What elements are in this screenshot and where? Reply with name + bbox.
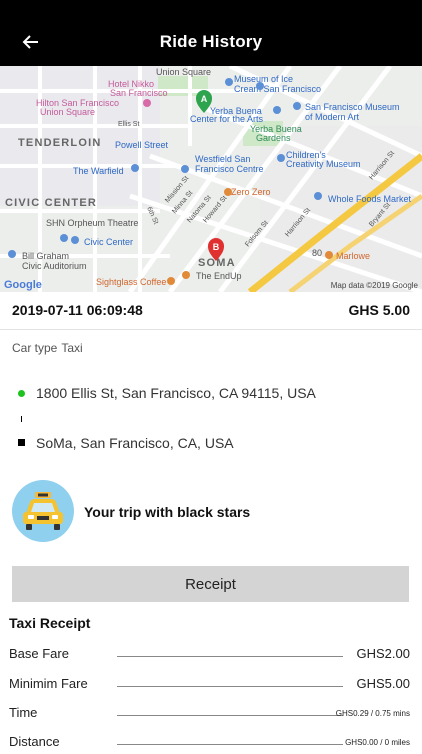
car-type-value: Taxi (61, 341, 83, 355)
fare-divider (117, 686, 343, 687)
map-label: The Warfield (73, 166, 124, 176)
map-label: Creativity Museum (286, 159, 361, 169)
dropoff-address: SoMa, San Francisco, CA, USA (36, 435, 234, 451)
fare-value: GHS5.00 (356, 676, 410, 691)
fare-value: GHS2.00 (356, 646, 410, 661)
svg-text:B: B (213, 242, 220, 252)
map-label: Civic Center (84, 237, 133, 247)
fare-row-distance: Distance GHS0.00 / 0 miles (9, 734, 410, 754)
divider (0, 329, 422, 330)
car-type-label: Car type (12, 341, 58, 355)
map-label: The EndUp (196, 271, 242, 281)
street-label: Ellis St (118, 121, 139, 128)
fare-value: GHS0.29 / 0.75 mins (335, 709, 410, 718)
map-label: Civic Auditorium (22, 261, 87, 271)
map-label: SHN Orpheum Theatre (46, 218, 138, 228)
app-header: Ride History (0, 0, 422, 66)
fare-divider (117, 715, 343, 716)
freeway-label: 80 (312, 248, 322, 258)
map-label: Westfield San (195, 154, 250, 164)
driver-message: Your trip with black stars (84, 504, 251, 520)
map-label: Whole Foods Market (328, 194, 412, 204)
map-attribution[interactable]: Map data ©2019 Google (331, 281, 418, 290)
map-label: Marlowe (336, 251, 370, 261)
google-logo[interactable]: Google (4, 279, 42, 291)
map-label: Cream San Francisco (234, 84, 321, 94)
pickup-address: 1800 Ellis St, San Francisco, CA 94115, … (36, 385, 316, 401)
map-label: Powell Street (115, 140, 169, 150)
fare-label: Time (9, 705, 38, 720)
car-type: Car type Taxi (12, 341, 87, 355)
map-label: Bill Graham (22, 251, 69, 261)
map-canvas: Union Square Hotel Nikko San Francisco H… (0, 66, 422, 292)
fare-divider (117, 656, 343, 657)
map-label: Gardens (256, 133, 291, 143)
map-label: San Francisco (110, 88, 168, 98)
fare-label: Minimim Fare (9, 676, 88, 691)
pickup-dot-icon (18, 390, 25, 397)
map-label: Museum of Ice (234, 74, 293, 84)
map-label: Center for the Arts (190, 114, 264, 124)
page-title: Ride History (159, 32, 263, 51)
map-label: San Francisco Museum (305, 102, 400, 112)
map-label: TENDERLOIN (18, 137, 102, 149)
fare-row-base: Base Fare GHS2.00 (9, 646, 410, 666)
fare-value: GHS0.00 / 0 miles (345, 738, 410, 747)
map-label: Francisco Centre (195, 164, 264, 174)
trip-price: GHS 5.00 (348, 302, 410, 318)
dropoff-square-icon (18, 439, 25, 446)
receipt-button[interactable]: Receipt (12, 566, 409, 602)
map-label: Union Square (40, 107, 95, 117)
map-label: of Modern Art (305, 112, 360, 122)
fare-divider (117, 744, 343, 745)
taxi-avatar-icon (12, 480, 74, 542)
route-connector (21, 416, 22, 422)
map-label: Zero Zero (231, 187, 271, 197)
svg-text:A: A (201, 94, 208, 104)
trip-datetime: 2019-07-11 06:09:48 (12, 302, 143, 318)
fare-label: Distance (9, 734, 60, 749)
map-label: Sightglass Coffee (96, 277, 166, 287)
map-label: CIVIC CENTER (5, 197, 97, 209)
fare-label: Base Fare (9, 646, 69, 661)
receipt-title: Taxi Receipt (9, 615, 91, 631)
trip-summary: 2019-07-11 06:09:48 GHS 5.00 (12, 302, 410, 322)
fare-row-minimum: Minimim Fare GHS5.00 (9, 676, 410, 696)
fare-row-time: Time GHS0.29 / 0.75 mins (9, 705, 410, 725)
map-label: Union Square (156, 67, 211, 77)
route-map[interactable]: Union Square Hotel Nikko San Francisco H… (0, 66, 422, 292)
